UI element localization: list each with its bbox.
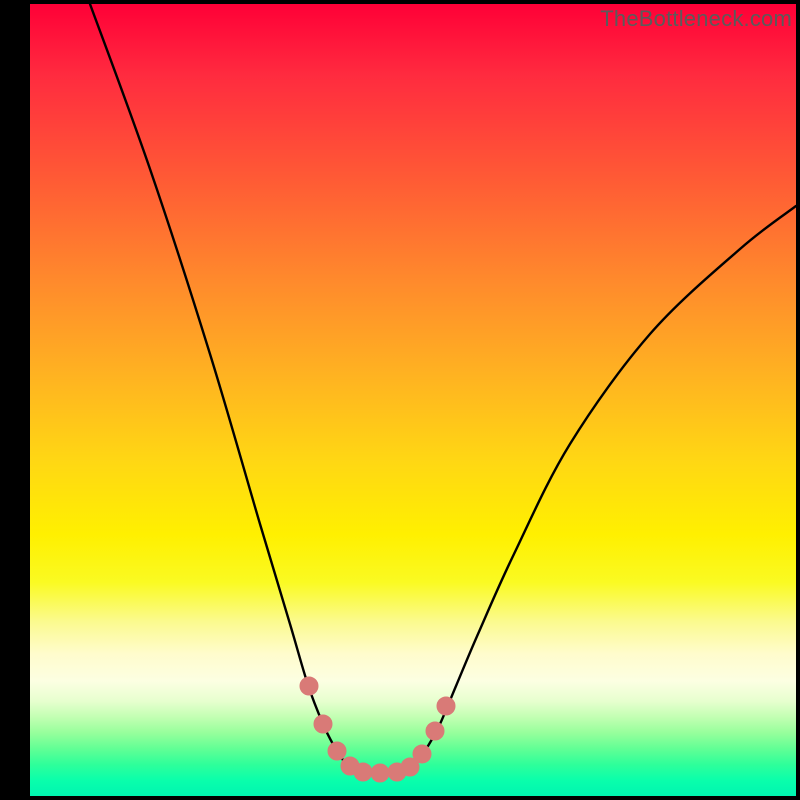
- curve-marker: [371, 764, 389, 782]
- curve-marker: [437, 697, 455, 715]
- curve-marker: [328, 742, 346, 760]
- curve-marker: [300, 677, 318, 695]
- curve-marker: [413, 745, 431, 763]
- watermark-text: TheBottleneck.com: [600, 6, 792, 32]
- chart-stage: TheBottleneck.com: [0, 0, 800, 800]
- curve-marker: [426, 722, 444, 740]
- plot-area: [30, 4, 796, 796]
- curve-marker: [354, 763, 372, 781]
- curve-marker: [314, 715, 332, 733]
- curve-svg: [30, 4, 796, 796]
- curve-markers: [300, 677, 455, 782]
- bottleneck-curve: [90, 4, 796, 773]
